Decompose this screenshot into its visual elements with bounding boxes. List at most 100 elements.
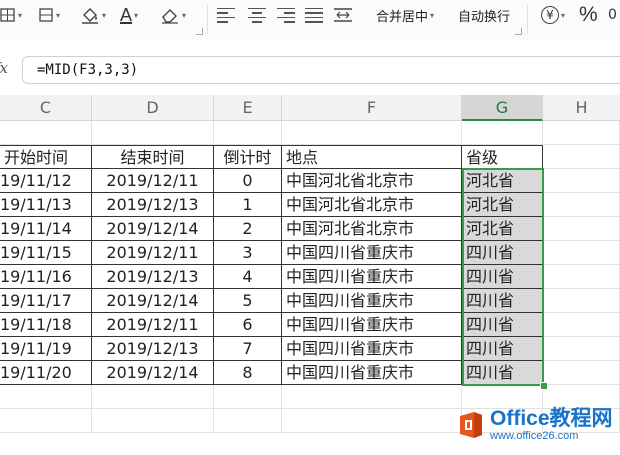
empty-cell[interactable] [0, 385, 92, 409]
column-header-e[interactable]: E [214, 95, 282, 121]
end-time-cell[interactable]: 2019/12/11 [92, 169, 214, 193]
countdown-cell[interactable]: 0 [214, 169, 282, 193]
start-time-cell[interactable]: 19/11/13 [0, 193, 92, 217]
empty-cell[interactable] [214, 121, 282, 145]
align-left-button[interactable] [217, 4, 235, 26]
column-header-c[interactable]: C [0, 95, 92, 121]
end-time-cell[interactable]: 2019/12/14 [92, 361, 214, 385]
empty-cell[interactable] [282, 121, 462, 145]
empty-cell[interactable] [543, 337, 620, 361]
countdown-cell[interactable]: 3 [214, 241, 282, 265]
empty-cell[interactable] [462, 385, 543, 409]
end-time-cell[interactable]: 2019/12/11 [92, 313, 214, 337]
countdown-cell[interactable]: 7 [214, 337, 282, 361]
empty-cell[interactable] [462, 121, 543, 145]
border-button[interactable]: ▾ [0, 4, 22, 26]
justify-button[interactable] [305, 4, 323, 26]
empty-cell[interactable] [543, 241, 620, 265]
province-cell[interactable]: 河北省 [462, 217, 543, 241]
province-cell[interactable]: 四川省 [462, 361, 543, 385]
province-cell[interactable]: 四川省 [462, 289, 543, 313]
province-cell[interactable]: 河北省 [462, 193, 543, 217]
empty-cell[interactable] [282, 385, 462, 409]
countdown-cell[interactable]: 2 [214, 217, 282, 241]
province-cell[interactable]: 四川省 [462, 241, 543, 265]
column-header-f[interactable]: F [282, 95, 462, 121]
end-time-cell[interactable]: 2019/12/14 [92, 217, 214, 241]
column-header-d[interactable]: D [92, 95, 214, 121]
start-time-cell[interactable]: 19/11/16 [0, 265, 92, 289]
start-time-cell[interactable]: 19/11/14 [0, 217, 92, 241]
formula-input[interactable]: =MID(F3,3,3) [22, 56, 620, 84]
end-time-cell[interactable]: 2019/12/13 [92, 265, 214, 289]
start-time-cell[interactable]: 19/11/19 [0, 337, 92, 361]
fill-color-button[interactable]: ▾ [80, 4, 106, 26]
empty-cell[interactable] [543, 145, 620, 169]
dialog-launcher[interactable] [515, 28, 522, 35]
fx-icon[interactable]: fx [0, 59, 8, 77]
empty-cell[interactable] [92, 409, 214, 433]
currency-button[interactable]: ¥ ▾ [541, 4, 565, 26]
location-cell[interactable]: 中国四川省重庆市 [282, 289, 462, 313]
empty-cell[interactable] [543, 121, 620, 145]
empty-cell[interactable] [543, 313, 620, 337]
empty-cell[interactable] [543, 289, 620, 313]
dialog-launcher[interactable] [196, 28, 203, 35]
empty-cell[interactable] [214, 409, 282, 433]
table-header-cell[interactable]: 开始时间 [0, 145, 92, 169]
fill-handle[interactable] [540, 382, 548, 390]
percent-button[interactable]: % [579, 3, 598, 26]
location-cell[interactable]: 中国四川省重庆市 [282, 313, 462, 337]
empty-cell[interactable] [543, 193, 620, 217]
province-cell[interactable]: 四川省 [462, 337, 543, 361]
location-cell[interactable]: 中国河北省北京市 [282, 217, 462, 241]
empty-cell[interactable] [0, 121, 92, 145]
countdown-cell[interactable]: 5 [214, 289, 282, 313]
empty-cell[interactable] [92, 121, 214, 145]
empty-cell[interactable] [543, 217, 620, 241]
start-time-cell[interactable]: 19/11/12 [0, 169, 92, 193]
end-time-cell[interactable]: 2019/12/14 [92, 289, 214, 313]
clear-format-button[interactable]: ▾ [160, 4, 186, 26]
empty-cell[interactable] [543, 361, 620, 385]
empty-cell[interactable] [282, 409, 462, 433]
start-time-cell[interactable]: 19/11/17 [0, 289, 92, 313]
end-time-cell[interactable]: 2019/12/13 [92, 193, 214, 217]
location-cell[interactable]: 中国河北省北京市 [282, 169, 462, 193]
auto-wrap-button[interactable]: 自动换行 [458, 4, 510, 26]
location-cell[interactable]: 中国四川省重庆市 [282, 361, 462, 385]
column-header-h[interactable]: H [543, 95, 620, 121]
start-time-cell[interactable]: 19/11/15 [0, 241, 92, 265]
table-header-cell[interactable]: 结束时间 [92, 145, 214, 169]
align-center-button[interactable] [248, 4, 266, 26]
location-cell[interactable]: 中国四川省重庆市 [282, 241, 462, 265]
comma-style-button[interactable]: 0 [608, 4, 617, 26]
empty-cell[interactable] [0, 409, 92, 433]
countdown-cell[interactable]: 6 [214, 313, 282, 337]
province-cell[interactable]: 河北省 [462, 169, 543, 193]
location-cell[interactable]: 中国四川省重庆市 [282, 265, 462, 289]
merge-center-button[interactable]: 合并居中 ▾ [376, 4, 434, 26]
align-right-button[interactable] [277, 4, 295, 26]
province-cell[interactable]: 四川省 [462, 265, 543, 289]
empty-cell[interactable] [543, 265, 620, 289]
font-color-button[interactable]: A ▾ [120, 4, 138, 26]
table-header-cell[interactable]: 省级 [462, 145, 543, 169]
empty-cell[interactable] [543, 385, 620, 409]
end-time-cell[interactable]: 2019/12/11 [92, 241, 214, 265]
countdown-cell[interactable]: 1 [214, 193, 282, 217]
province-cell[interactable]: 四川省 [462, 313, 543, 337]
distribute-button[interactable] [333, 4, 353, 26]
end-time-cell[interactable]: 2019/12/13 [92, 337, 214, 361]
cell-style-button[interactable]: ▾ [38, 4, 60, 26]
start-time-cell[interactable]: 19/11/20 [0, 361, 92, 385]
empty-cell[interactable] [214, 385, 282, 409]
table-header-cell[interactable]: 地点 [282, 145, 462, 169]
location-cell[interactable]: 中国河北省北京市 [282, 193, 462, 217]
countdown-cell[interactable]: 4 [214, 265, 282, 289]
countdown-cell[interactable]: 8 [214, 361, 282, 385]
location-cell[interactable]: 中国四川省重庆市 [282, 337, 462, 361]
empty-cell[interactable] [92, 385, 214, 409]
empty-cell[interactable] [543, 169, 620, 193]
start-time-cell[interactable]: 19/11/18 [0, 313, 92, 337]
